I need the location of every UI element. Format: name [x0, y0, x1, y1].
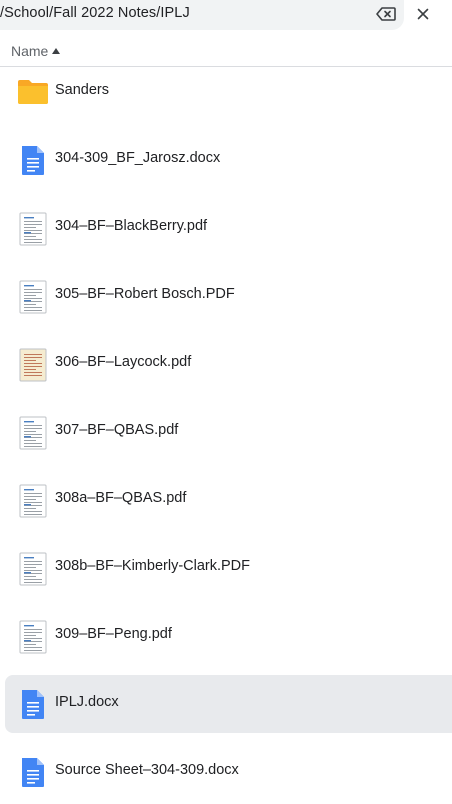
sort-ascending-icon: [52, 48, 61, 54]
pdf-thumbnail-icon: [17, 620, 49, 654]
name-column-label: Name: [11, 43, 49, 59]
file-name: 307–BF–QBAS.pdf: [55, 422, 179, 438]
file-name: 309–BF–Peng.pdf: [55, 626, 172, 642]
file-row[interactable]: 307–BF–QBAS.pdf: [5, 403, 452, 461]
folder-row[interactable]: Sanders: [5, 63, 452, 121]
pdf-thumbnail-icon: [17, 416, 49, 450]
file-name: 304-309_BF_Jarosz.docx: [55, 150, 221, 166]
document-icon: [17, 756, 49, 788]
file-name: 308b–BF–Kimberly-Clark.PDF: [55, 558, 251, 574]
file-row[interactable]: 308a–BF–QBAS.pdf: [5, 471, 452, 529]
document-icon: [17, 144, 49, 176]
file-row[interactable]: 305–BF–Robert Bosch.PDF: [5, 267, 452, 325]
backspace-icon: [376, 7, 396, 21]
path-bar[interactable]: /School/Fall 2022 Notes/IPLJ: [0, 0, 404, 30]
file-row[interactable]: IPLJ.docx: [5, 675, 452, 733]
file-row[interactable]: 304-309_BF_Jarosz.docx: [5, 131, 452, 189]
file-row[interactable]: 308b–BF–Kimberly-Clark.PDF: [5, 539, 452, 597]
file-name: 306–BF–Laycock.pdf: [55, 354, 192, 370]
pdf-thumbnail-icon: [17, 484, 49, 518]
file-name: Source Sheet–304-309.docx: [55, 762, 239, 778]
close-button[interactable]: [410, 3, 436, 25]
file-name: IPLJ.docx: [55, 694, 119, 710]
path-text[interactable]: /School/Fall 2022 Notes/IPLJ: [0, 5, 190, 21]
file-name: 305–BF–Robert Bosch.PDF: [55, 286, 235, 302]
file-row[interactable]: Source Sheet–304-309.docx: [5, 743, 452, 801]
pdf-thumbnail-icon: [17, 212, 49, 246]
close-icon: [417, 8, 429, 20]
file-name: 304–BF–BlackBerry.pdf: [55, 218, 208, 234]
file-name: 308a–BF–QBAS.pdf: [55, 490, 187, 506]
file-row[interactable]: 309–BF–Peng.pdf: [5, 607, 452, 665]
document-icon: [17, 688, 49, 720]
folder-icon: [17, 76, 49, 108]
file-name: Sanders: [55, 82, 110, 98]
file-row[interactable]: 304–BF–BlackBerry.pdf: [5, 199, 452, 257]
file-row[interactable]: 306–BF–Laycock.pdf: [5, 335, 452, 393]
sort-by-name-button[interactable]: Name: [11, 41, 61, 61]
pdf-thumbnail-icon: [17, 552, 49, 586]
clear-path-button[interactable]: [374, 4, 398, 24]
pdf-thumbnail-icon: [17, 348, 49, 382]
pdf-thumbnail-icon: [17, 280, 49, 314]
